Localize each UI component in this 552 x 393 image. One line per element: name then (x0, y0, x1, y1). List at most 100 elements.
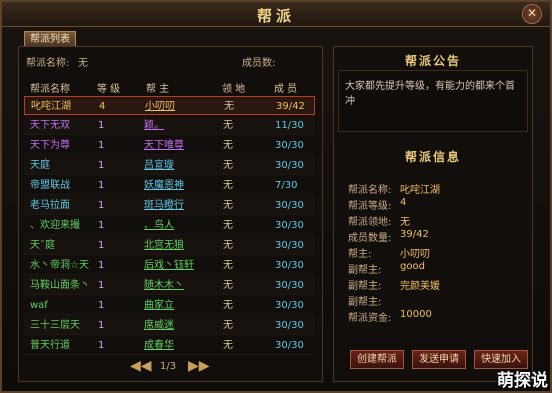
guild-info-box: 帮派名称: 叱咤江湖帮派等级: 4 帮派领地: 无成员数量: 39/42 帮主: 小叨叨副帮主… (338, 172, 528, 332)
table-row[interactable]: 天庭 1 吕宣璇 无 30/30 (24, 156, 315, 175)
members-cell: 30/30 (275, 220, 304, 231)
table-row[interactable]: 天ˇ庭 1 北宫无狼 无 30/30 (24, 236, 315, 255)
close-button[interactable]: ✕ (522, 4, 542, 24)
members-cell: 30/30 (275, 200, 304, 211)
table-row[interactable]: 三十三层天 1 席威迷 无 30/30 (24, 316, 315, 335)
send-application-button[interactable]: 发送申请 (412, 350, 466, 369)
land-cell: 无 (223, 260, 233, 271)
guild-info-label: 成员数量: (348, 233, 392, 244)
leader-cell[interactable]: 小叨叨 (145, 97, 175, 116)
guild-name-cell: 天ˇ庭 (30, 240, 55, 251)
table-row[interactable]: 天下无双 1 颖。 无 11/30 (24, 116, 315, 135)
level-cell: 1 (98, 280, 105, 291)
guild-name-value: 无 (78, 58, 88, 69)
guild-name-cell: 三十三层天 (30, 320, 80, 331)
table-row[interactable]: 马鞍山面条丶 1 随木木丶 无 30/30 (24, 276, 315, 295)
members-cell: 30/30 (275, 160, 304, 171)
title-bar: 帮派 ✕ (2, 2, 550, 27)
guild-info-label: 帮派领地: (348, 217, 392, 228)
guild-name-label: 帮派名称: (26, 58, 70, 69)
leader-cell[interactable]: 随木木丶 (144, 276, 184, 295)
level-cell: 1 (98, 260, 105, 271)
guild-info-label: 帮派资金: (348, 313, 392, 324)
leader-cell[interactable]: 天下唯尊 (144, 136, 184, 155)
guild-name-cell: waf (30, 300, 48, 311)
table-row[interactable]: 普天行道 1 成春华 无 30/30 (24, 336, 315, 355)
leader-cell[interactable]: 北宫无狼 (144, 236, 184, 255)
members-cell: 30/30 (275, 280, 304, 291)
guild-name-cell: 叱咤江湖 (31, 101, 71, 112)
guild-info-row: 帮派领地: 无 (348, 213, 410, 228)
col-header-land: 领 地 (222, 84, 246, 95)
level-cell: 1 (98, 200, 105, 211)
leader-cell[interactable]: 后戏丶钰轩 (144, 256, 194, 275)
table-row[interactable]: 、欢迎来撮 1 、鸟人 无 30/30 (24, 216, 315, 235)
leader-cell[interactable]: 斑马瞪行 (144, 196, 184, 215)
level-cell: 1 (98, 340, 105, 351)
guild-info-value: 39/42 (400, 229, 429, 240)
guild-name-cell: 帝盟联战 (30, 180, 70, 191)
table-row[interactable]: 天下为尊 1 天下唯尊 无 30/30 (24, 136, 315, 155)
guild-info-value: 完颜美媛 (400, 281, 440, 292)
guild-info-value: 4 (400, 197, 407, 208)
level-cell: 1 (98, 160, 105, 171)
guild-info-label: 副帮主: (348, 297, 382, 308)
leader-cell[interactable]: 吕宣璇 (144, 156, 174, 175)
guild-info-value: good (400, 261, 425, 272)
level-cell: 1 (98, 140, 105, 151)
leader-cell[interactable]: 曲家立 (144, 296, 174, 315)
members-cell: 30/30 (275, 240, 304, 251)
members-cell: 30/30 (275, 260, 304, 271)
window-title: 帮派 (256, 7, 295, 25)
guild-info-row: 副帮主: (348, 293, 382, 308)
land-cell: 无 (223, 160, 233, 171)
leader-cell[interactable]: 颖。 (144, 116, 164, 135)
guild-info-label: 副帮主: (348, 265, 382, 276)
leader-cell[interactable]: 成春华 (144, 336, 174, 355)
level-cell: 1 (98, 120, 105, 131)
guild-info-row: 帮派等级: 4 (348, 197, 406, 212)
col-header-name: 帮派名称 (30, 84, 70, 95)
guild-name-cell: 马鞍山面条丶 (30, 280, 90, 291)
guild-info-value: 无 (400, 217, 410, 228)
guild-info-label: 帮派等级: (348, 201, 392, 212)
guild-name-cell: 老马拉面 (30, 200, 70, 211)
leader-cell[interactable]: 席威迷 (144, 316, 174, 335)
table-row[interactable]: 帝盟联战 1 妖魔恩神 无 7/30 (24, 176, 315, 195)
member-count-label: 成员数: (242, 58, 276, 69)
members-cell: 30/30 (275, 320, 304, 331)
guild-info-label: 帮主: (348, 249, 372, 260)
land-cell: 无 (223, 140, 233, 151)
guild-info-label: 副帮主: (348, 281, 382, 292)
guild-info-value: 小叨叨 (400, 249, 430, 260)
guild-name-cell: 天下为尊 (30, 140, 70, 151)
members-cell: 30/30 (275, 140, 304, 151)
leader-cell[interactable]: 、鸟人 (144, 216, 174, 235)
land-cell: 无 (223, 280, 233, 291)
land-cell: 无 (223, 300, 233, 311)
guild-info-title: 帮派信息 (404, 150, 461, 164)
leader-cell[interactable]: 妖魔恩神 (144, 176, 184, 195)
members-cell: 39/42 (276, 101, 305, 112)
table-row[interactable]: 水丶帝洞☆天 1 后戏丶钰轩 无 30/30 (24, 256, 315, 275)
guild-info-row: 副帮主: 完颜美媛 (348, 277, 440, 292)
guild-info-row: 帮派名称: 叱咤江湖 (348, 181, 440, 196)
table-row[interactable]: waf 1 曲家立 无 30/30 (24, 296, 315, 315)
land-cell: 无 (223, 220, 233, 231)
create-guild-button[interactable]: 创建帮派 (350, 350, 404, 369)
col-header-leader: 帮 主 (146, 84, 170, 95)
col-header-members: 成 员 (274, 84, 298, 95)
land-cell: 无 (223, 180, 233, 191)
level-cell: 1 (98, 320, 105, 331)
announcement-box: 大家都先提升等级，有能力的都来个首冲 (338, 70, 528, 132)
table-row[interactable]: 老马拉面 1 斑马瞪行 无 30/30 (24, 196, 315, 215)
level-cell: 1 (98, 300, 105, 311)
prev-page-icon[interactable]: ◀◀ (130, 358, 152, 374)
watermark: 萌探说 (497, 371, 548, 391)
next-page-icon[interactable]: ▶▶ (188, 358, 210, 374)
level-cell: 1 (98, 220, 105, 231)
table-row[interactable]: 叱咤江湖 4 小叨叨 无 39/42 (24, 96, 315, 115)
land-cell: 无 (223, 320, 233, 331)
pager: ◀◀ 1/3 ▶▶ (130, 358, 210, 374)
announcement-title: 帮派公告 (404, 54, 461, 68)
